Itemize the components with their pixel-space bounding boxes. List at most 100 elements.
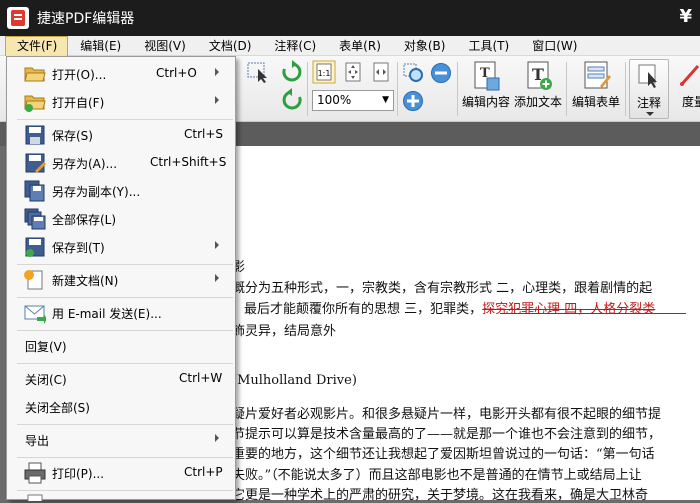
menu-item-save-copy[interactable]: 另存为副本(Y)... bbox=[7, 179, 235, 203]
menu-item-label: 导出 bbox=[25, 434, 50, 448]
annotation-dropdown-icon[interactable] bbox=[646, 112, 654, 116]
measure-icon[interactable] bbox=[678, 62, 700, 90]
menu-tools[interactable]: 工具(T) bbox=[456, 36, 520, 56]
edit-content-label[interactable]: 编辑内容 bbox=[462, 93, 510, 110]
save-all-icon bbox=[24, 208, 46, 230]
add-text-label[interactable]: 添加文本 bbox=[514, 93, 562, 110]
measure-label[interactable]: 度量 bbox=[682, 93, 700, 110]
menu-item-print[interactable]: 打印(P)... Ctrl+P bbox=[7, 461, 235, 485]
menu-item-label: 保存(S) bbox=[52, 129, 93, 143]
rotate-ccw-icon[interactable] bbox=[280, 88, 304, 112]
zoom-select[interactable]: 100% ▼ bbox=[312, 90, 394, 111]
doc-text: 最后才能颠覆你所有的思想 三，犯罪类， bbox=[244, 302, 483, 317]
menu-item-label: 打印(P)... bbox=[52, 467, 105, 481]
svg-text:1:1: 1:1 bbox=[318, 69, 331, 78]
squiggly-underline bbox=[500, 310, 686, 314]
menu-item-label: 全部保存(L) bbox=[52, 213, 117, 227]
menu-item-shortcut: Ctrl+P bbox=[184, 465, 223, 479]
doc-line: 概分为五种形式，一，宗教类，含有宗教形式 二，心理类，跟着剧情的起 bbox=[232, 281, 653, 296]
edit-content-icon[interactable]: T bbox=[472, 60, 502, 92]
menu-form[interactable]: 表单(R) bbox=[327, 36, 392, 56]
menu-item-shortcut: Ctrl+W bbox=[179, 371, 223, 385]
submenu-arrow-icon bbox=[215, 274, 219, 282]
add-text-icon[interactable]: T bbox=[524, 60, 554, 92]
menu-view[interactable]: 视图(V) bbox=[132, 36, 197, 56]
doc-line: 节提示可以算是技术含量最高的了——就是那一个谁也不会注意到的细节， bbox=[232, 427, 662, 442]
zoom-out-icon[interactable] bbox=[430, 62, 452, 84]
submenu-arrow-icon bbox=[215, 241, 219, 249]
submenu-arrow-icon bbox=[215, 434, 219, 442]
zoom-tool-icon[interactable] bbox=[402, 62, 426, 84]
menu-item-label: 关闭(C) bbox=[25, 373, 67, 387]
fit-width-icon[interactable] bbox=[369, 60, 393, 84]
menu-item-label: 用 E-mail 发送(E)... bbox=[52, 307, 162, 321]
menu-edit[interactable]: 编辑(E) bbox=[68, 36, 132, 56]
menu-item-email[interactable]: 用 E-mail 发送(E)... bbox=[7, 301, 235, 325]
printer-icon bbox=[24, 462, 46, 484]
annotation-button[interactable]: 注释 bbox=[629, 59, 669, 119]
menu-item-label: 另存为副本(Y)... bbox=[52, 185, 141, 199]
menu-file[interactable]: 文件(F) bbox=[5, 35, 69, 56]
menu-item-label: 回复(V) bbox=[25, 340, 67, 354]
doc-line: 重要的地方，这个细节还让我想起了爱因斯坦曾说过的一句话：“第一句话 bbox=[232, 447, 655, 462]
menu-item-save-to[interactable]: 保存到(T) bbox=[7, 235, 235, 259]
doc-line: 它更是一种学术上的严肃的研究，关于梦境。这在我看来，确是大卫林奇 bbox=[232, 488, 649, 503]
menu-item-revert[interactable]: 回复(V) bbox=[7, 334, 235, 358]
annotation-label: 注释 bbox=[637, 96, 662, 110]
save-copy-icon bbox=[24, 180, 45, 202]
menu-comment[interactable]: 注释(C) bbox=[262, 36, 327, 56]
menu-item-label: 另存为(A)... bbox=[52, 157, 118, 171]
document-page[interactable]: 影 概分为五种形式，一，宗教类，含有宗教形式 二，心理类，跟着剧情的起 最后才能… bbox=[232, 146, 700, 503]
menu-object[interactable]: 对象(B) bbox=[392, 36, 457, 56]
app-title: 捷速PDF编辑器 bbox=[37, 11, 135, 27]
zoom-in-icon[interactable] bbox=[402, 90, 424, 112]
menu-item-export[interactable]: 导出 bbox=[7, 428, 235, 452]
menu-bar: 文件(F) 编辑(E) 视图(V) 文档(D) 注释(C) 表单(R) 对象(B… bbox=[0, 35, 700, 56]
doc-line: 疑片爱好者必观影片。和很多悬疑片一样，电影开头都有很不起眼的细节提 bbox=[232, 407, 662, 422]
title-bar: 捷速PDF编辑器 ¥ bbox=[0, 0, 700, 36]
menu-item-shortcut: Ctrl+S bbox=[184, 127, 224, 141]
chevron-down-icon: ▼ bbox=[382, 95, 389, 105]
annotation-icon bbox=[638, 64, 657, 88]
folder-open-icon bbox=[24, 67, 46, 82]
menu-item-open[interactable]: 打开(O)... Ctrl+O bbox=[7, 62, 235, 86]
menu-item-close[interactable]: 关闭(C) Ctrl+W bbox=[7, 367, 235, 391]
folder-network-icon bbox=[24, 95, 46, 112]
menu-item-save[interactable]: 保存(S) Ctrl+S bbox=[7, 123, 235, 147]
doc-line: 最后才能颠覆你所有的思想 三，犯罪类，探究犯罪心理 四，人格分裂类 bbox=[244, 298, 655, 317]
menu-item-label: 新建文档(N) bbox=[52, 274, 119, 288]
save-as-icon bbox=[25, 153, 46, 173]
menu-item-shortcut: Ctrl+O bbox=[156, 66, 197, 80]
menu-item-new-document[interactable]: 新建文档(N) bbox=[7, 268, 235, 292]
yen-icon[interactable]: ¥ bbox=[679, 6, 692, 27]
zoom-value: 100% bbox=[317, 93, 352, 107]
fit-page-icon[interactable] bbox=[341, 60, 365, 84]
menu-window[interactable]: 窗口(W) bbox=[520, 36, 588, 56]
new-document-icon bbox=[24, 270, 43, 290]
menu-item-label: 打开(O)... bbox=[52, 68, 107, 82]
menu-item-label: 打开自(F) bbox=[52, 96, 105, 110]
doc-line: 失败。”（不能说太多了）而且这部电影也不是普通的在情节上或结局上让 bbox=[232, 468, 642, 483]
select-tool-icon[interactable] bbox=[246, 60, 272, 84]
doc-line: 飾灵异，结局意外 bbox=[232, 324, 337, 339]
menu-item-open-from[interactable]: 打开自(F) bbox=[7, 90, 235, 114]
menu-item-close-all[interactable]: 关闭全部(S) bbox=[7, 395, 235, 419]
edit-form-icon[interactable] bbox=[582, 60, 612, 92]
doc-heading: (Mulholland Drive) bbox=[232, 373, 357, 388]
floppy-disk-icon bbox=[25, 125, 45, 145]
menu-item-shortcut: Ctrl+Shift+S bbox=[150, 155, 227, 169]
menu-document[interactable]: 文档(D) bbox=[197, 36, 263, 56]
app-logo-icon bbox=[7, 7, 29, 29]
menu-item-save-all[interactable]: 全部保存(L) bbox=[7, 207, 235, 231]
menu-item-save-as[interactable]: 另存为(A)... Ctrl+Shift+S bbox=[7, 151, 235, 175]
submenu-arrow-icon bbox=[215, 68, 219, 76]
menu-item-label: 关闭全部(S) bbox=[25, 401, 90, 415]
file-menu: 打开(O)... Ctrl+O 打开自(F) 保存(S) Ctrl+S 另存为(… bbox=[6, 56, 236, 501]
submenu-arrow-icon bbox=[215, 96, 219, 104]
rotate-cw-icon[interactable] bbox=[280, 60, 304, 84]
email-icon bbox=[24, 305, 46, 324]
actual-size-icon[interactable]: 1:1 bbox=[312, 60, 336, 84]
edit-form-label[interactable]: 编辑表单 bbox=[572, 93, 620, 110]
save-to-icon bbox=[25, 237, 45, 257]
menu-item-label: 保存到(T) bbox=[52, 241, 105, 255]
